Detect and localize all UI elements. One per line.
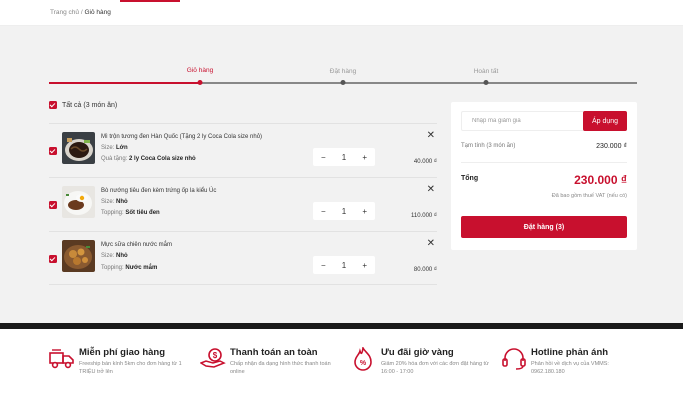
quantity-stepper: − 1 + bbox=[313, 256, 375, 274]
step-cart-dot bbox=[197, 80, 203, 85]
item-checkbox[interactable] bbox=[49, 147, 57, 155]
step-complete-dot bbox=[483, 80, 489, 85]
hand-money-icon: $ bbox=[200, 348, 226, 368]
coupon-input[interactable] bbox=[462, 112, 584, 130]
item-image-squid bbox=[62, 240, 95, 272]
breadcrumb-current: Giỏ hàng bbox=[84, 9, 111, 16]
item-topping: Topping: Sốt tiêu đen bbox=[101, 210, 160, 216]
svg-text:$: $ bbox=[213, 351, 218, 360]
feature-title: Hotline phản ánh bbox=[531, 347, 609, 358]
quantity-stepper: − 1 + bbox=[313, 202, 375, 220]
item-name: Mực sữa chiên nước mắm bbox=[101, 242, 173, 248]
top-bar: Trang chủ / Giỏ hàng bbox=[0, 0, 683, 26]
select-all[interactable]: Tất cả (3 món ăn) bbox=[49, 101, 117, 109]
decrease-button[interactable]: − bbox=[321, 153, 326, 162]
item-price: 80.000 ₫ bbox=[413, 267, 437, 273]
subtotal-row: Tạm tính (3 món ăn) 230.000 ₫ bbox=[461, 143, 627, 150]
total-label: Tổng bbox=[461, 175, 479, 182]
remove-item-icon[interactable]: ✕ bbox=[427, 131, 435, 141]
cart-item: Bò nướng tiêu đen kèm trứng ốp la kiểu Ú… bbox=[49, 177, 437, 231]
feature-free-shipping: Miễn phí giao hàng Freeship bán kính 5km… bbox=[49, 347, 199, 387]
summary-divider bbox=[461, 162, 627, 163]
select-all-label: Tất cả (3 món ăn) bbox=[62, 101, 118, 109]
item-image-noodles bbox=[62, 132, 95, 164]
feature-safe-payment: $ Thanh toán an toàn Chấp nhận đa dạng h… bbox=[200, 347, 350, 387]
item-checkbox[interactable] bbox=[49, 255, 57, 263]
item-gift: Quà tặng: 2 ly Coca Cola size nhỏ bbox=[101, 156, 196, 162]
step-cart[interactable]: Giỏ hàng bbox=[187, 67, 213, 74]
feature-title: Thanh toán an toàn bbox=[230, 347, 318, 358]
item-price: 110.000 ₫ bbox=[411, 213, 437, 219]
delivery-truck-icon bbox=[49, 349, 74, 369]
breadcrumb: Trang chủ / Giỏ hàng bbox=[50, 9, 111, 16]
feature-hotline: Hotline phản ánh Phản hồi về dịch vụ của… bbox=[501, 347, 651, 387]
item-size: Size: Lớn bbox=[101, 145, 128, 151]
feature-title: Miễn phí giao hàng bbox=[79, 347, 166, 358]
svg-text:%: % bbox=[360, 360, 367, 367]
step-complete[interactable]: Hoàn tất bbox=[474, 68, 499, 75]
increase-button[interactable]: + bbox=[362, 207, 367, 216]
subtotal-label: Tạm tính (3 món ăn) bbox=[461, 143, 516, 149]
total-value: 230.000 ₫ bbox=[574, 173, 627, 187]
decrease-button[interactable]: − bbox=[321, 261, 326, 270]
subtotal-value: 230.000 ₫ bbox=[596, 143, 627, 150]
coupon-box: Áp dụng bbox=[461, 111, 627, 131]
stepper-track bbox=[200, 82, 637, 84]
item-name: Bò nướng tiêu đen kèm trứng ốp la kiểu Ú… bbox=[101, 188, 217, 194]
discount-flame-icon: % bbox=[354, 347, 372, 371]
remove-item-icon[interactable]: ✕ bbox=[427, 239, 435, 249]
stepper-progress bbox=[49, 82, 200, 84]
footer-features: Miễn phí giao hàng Freeship bán kính 5km… bbox=[0, 329, 683, 394]
nav-active-indicator bbox=[120, 0, 180, 2]
decrease-button[interactable]: − bbox=[321, 207, 326, 216]
breadcrumb-separator: / bbox=[80, 9, 83, 16]
apply-coupon-button[interactable]: Áp dụng bbox=[583, 111, 627, 131]
feature-desc: Freeship bán kính 5km cho đơn hàng từ 1 … bbox=[79, 361, 182, 375]
place-order-button[interactable]: Đặt hàng (3) bbox=[461, 216, 627, 238]
order-summary: Áp dụng Tạm tính (3 món ăn) 230.000 ₫ Tổ… bbox=[451, 102, 637, 250]
item-image-steak bbox=[62, 186, 95, 218]
feature-desc: Chấp nhận đa dạng hình thức thanh toán o… bbox=[230, 361, 331, 375]
step-order-dot bbox=[340, 80, 346, 85]
headset-icon bbox=[502, 348, 526, 370]
feature-desc: Giảm 20% hóa đơn với các đơn đặt hàng từ… bbox=[381, 361, 489, 375]
quantity-value[interactable]: 1 bbox=[342, 207, 346, 216]
item-checkbox[interactable] bbox=[49, 201, 57, 209]
item-name: Mì trộn tương đen Hàn Quốc (Tặng 2 ly Co… bbox=[101, 134, 263, 140]
step-order[interactable]: Đặt hàng bbox=[330, 68, 356, 75]
feature-golden-hour: % Ưu đãi giờ vàng Giảm 20% hóa đơn với c… bbox=[351, 347, 501, 387]
feature-title: Ưu đãi giờ vàng bbox=[381, 347, 454, 358]
cart-item: Mì trộn tương đen Hàn Quốc (Tặng 2 ly Co… bbox=[49, 123, 437, 177]
item-size: Size: Nhỏ bbox=[101, 199, 128, 205]
increase-button[interactable]: + bbox=[362, 153, 367, 162]
vat-note: Đã bao gồm thuế VAT (nếu có) bbox=[551, 193, 627, 199]
remove-item-icon[interactable]: ✕ bbox=[427, 185, 435, 195]
quantity-value[interactable]: 1 bbox=[342, 261, 346, 270]
item-size: Size: Nhỏ bbox=[101, 253, 128, 259]
breadcrumb-home-link[interactable]: Trang chủ bbox=[50, 9, 79, 16]
quantity-stepper: − 1 + bbox=[313, 148, 375, 166]
increase-button[interactable]: + bbox=[362, 261, 367, 270]
select-all-checkbox[interactable] bbox=[49, 101, 57, 109]
quantity-value[interactable]: 1 bbox=[342, 153, 346, 162]
item-price: 40.000 ₫ bbox=[413, 159, 437, 165]
feature-desc: Phản hồi về dịch vụ của VMMS: 0962.180.1… bbox=[531, 361, 609, 375]
item-topping: Topping: Nước mắm bbox=[101, 265, 158, 271]
cart-item: Mực sữa chiên nước mắm Size: Nhỏ Topping… bbox=[49, 231, 437, 285]
